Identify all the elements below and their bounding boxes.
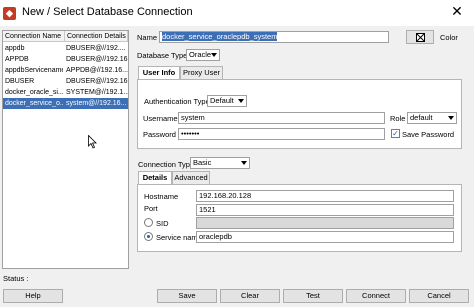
connection-details: DBUSER@//192.16... [66, 56, 128, 63]
chevron-down-icon [241, 161, 247, 165]
connection-details: DBUSER@//192.16... [66, 78, 128, 85]
connection-type-value: Basic [193, 158, 212, 167]
sid-radio[interactable] [144, 218, 153, 227]
sql-developer-icon: ◆ [3, 7, 16, 20]
mouse-pointer-icon [88, 135, 97, 149]
connection-name: appdb [5, 45, 25, 52]
role-select[interactable]: default [407, 112, 457, 124]
connections-table: Connection Name Connection Details appdb… [2, 30, 129, 269]
column-header-connection-name[interactable]: Connection Name [3, 31, 65, 42]
sid-label: SID [156, 219, 169, 228]
connection-name: docker_oracle_si... [5, 89, 63, 96]
table-row[interactable]: DBUSER DBUSER@//192.16... [3, 76, 128, 87]
service-name-radio[interactable] [144, 232, 153, 241]
chevron-down-icon [238, 99, 244, 103]
tab-user-info[interactable]: User Info [138, 66, 180, 79]
table-row-selected[interactable]: docker_service_o... system@//192.16... [3, 98, 128, 109]
name-label: Name [137, 33, 158, 42]
name-field[interactable]: docker_service_oraclepdb_system [159, 31, 389, 43]
username-label: Username [143, 114, 178, 123]
color-swatch-icon [416, 33, 425, 42]
tab-details[interactable]: Details [138, 171, 172, 184]
connection-name: APPDB [5, 56, 29, 63]
hostname-label: Hostname [144, 192, 179, 201]
username-field[interactable]: system [178, 112, 385, 124]
port-field[interactable]: 1521 [196, 204, 454, 216]
connection-name: appdbServicename [5, 67, 63, 74]
tab-proxy-user[interactable]: Proxy User [180, 66, 223, 79]
tab-advanced[interactable]: Advanced [172, 171, 210, 184]
auth-type-select[interactable]: Default [207, 95, 247, 107]
chevron-down-icon [211, 53, 217, 57]
role-label: Role [390, 114, 406, 123]
connection-details: APPDB@//192.16... [66, 67, 128, 74]
auth-type-value: Default [210, 96, 234, 105]
test-button[interactable]: Test [283, 289, 343, 303]
window-title: New / Select Database Connection [22, 6, 193, 18]
color-label: Color [440, 33, 458, 42]
password-field[interactable]: ••••••• [178, 128, 385, 140]
help-button[interactable]: Help [3, 289, 63, 303]
database-type-value: Oracle [189, 50, 212, 59]
table-row[interactable]: appdbServicename APPDB@//192.16... [3, 65, 128, 76]
service-name-label: Service name [156, 233, 202, 242]
connection-details: system@//192.16... [66, 100, 127, 107]
table-row[interactable]: APPDB DBUSER@//192.16... [3, 54, 128, 65]
connection-type-label: Connection Type [138, 160, 195, 169]
service-name-field[interactable]: oraclepdb [196, 231, 454, 243]
sid-field [196, 217, 454, 229]
name-value: docker_service_oraclepdb_system [162, 32, 278, 41]
database-type-select[interactable]: Oracle [186, 49, 220, 61]
connection-details: DBUSER@//192.... [66, 45, 126, 52]
color-picker-button[interactable] [406, 30, 434, 44]
connection-type-select[interactable]: Basic [190, 157, 250, 169]
role-value: default [410, 113, 433, 122]
table-row[interactable]: docker_oracle_si... SYSTEM@//192.1... [3, 87, 128, 98]
connection-name: docker_service_o... [5, 100, 63, 107]
save-password-checkbox[interactable]: ✓ [391, 129, 400, 138]
table-row[interactable]: appdb DBUSER@//192.... [3, 43, 128, 54]
connection-name: DBUSER [5, 78, 35, 85]
database-type-label: Database Type [137, 51, 188, 60]
chevron-down-icon [448, 116, 454, 120]
password-label: Password [143, 130, 176, 139]
auth-type-label: Authentication Type [144, 97, 210, 106]
save-password-label: Save Password [402, 130, 455, 139]
clear-button[interactable]: Clear [220, 289, 280, 303]
cancel-button[interactable]: Cancel [409, 289, 469, 303]
close-icon[interactable]: ✕ [440, 0, 474, 22]
connection-details: SYSTEM@//192.1... [66, 89, 128, 96]
port-label: Port [144, 204, 158, 213]
column-header-connection-details[interactable]: Connection Details [65, 31, 128, 42]
hostname-field[interactable]: 192.168.20.128 [196, 190, 454, 202]
connect-button[interactable]: Connect [346, 289, 406, 303]
save-button[interactable]: Save [157, 289, 217, 303]
title-bar: ◆ New / Select Database Connection ✕ [0, 0, 474, 26]
status-label: Status : [3, 274, 29, 283]
